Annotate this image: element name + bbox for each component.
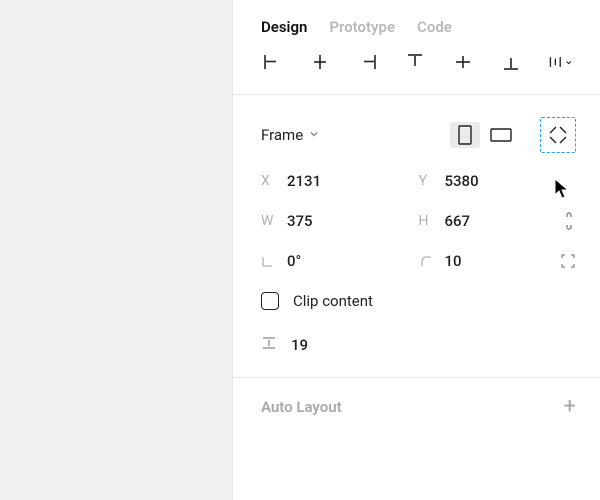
align-right-icon [359, 53, 377, 71]
rotation-field[interactable]: 0° [261, 252, 419, 270]
landscape-icon [490, 128, 512, 142]
w-key: W [261, 213, 287, 229]
clip-content-label: Clip content [293, 292, 373, 310]
y-value: 5380 [445, 172, 479, 190]
w-value: 375 [287, 212, 313, 230]
y-key: Y [419, 173, 445, 189]
constrain-proportions-button[interactable] [548, 211, 576, 231]
landscape-button[interactable] [486, 122, 516, 148]
spacing-icon [261, 335, 277, 355]
rotation-key [261, 254, 287, 268]
frame-label: Frame [261, 126, 303, 144]
h-value: 667 [445, 212, 471, 230]
alignment-toolbar [233, 50, 600, 95]
align-vcenter-button[interactable] [452, 50, 474, 74]
x-value: 2131 [287, 172, 321, 190]
chevron-down-icon [309, 129, 319, 142]
vertical-spacing-field[interactable]: 19 [261, 327, 576, 363]
portrait-icon [458, 125, 472, 145]
add-auto-layout-button[interactable]: + [564, 396, 576, 418]
align-hcenter-icon [311, 53, 329, 71]
tab-code[interactable]: Code [417, 18, 452, 36]
clip-content-checkbox[interactable] [261, 292, 279, 310]
spacing-value: 19 [291, 336, 308, 354]
align-hcenter-button[interactable] [309, 50, 331, 74]
width-field[interactable]: W 375 [261, 212, 419, 230]
inspector-panel: Design Prototype Code Frame [232, 0, 600, 500]
independent-corners-icon [560, 253, 576, 269]
orientation-group [450, 117, 576, 153]
frame-section: Frame [233, 95, 600, 378]
clip-content-row[interactable]: Clip content [261, 281, 576, 321]
tab-design[interactable]: Design [261, 18, 307, 36]
corner-radius-icon [419, 254, 433, 268]
auto-layout-header: Auto Layout + [233, 378, 600, 418]
canvas-area[interactable] [0, 0, 232, 500]
tab-prototype[interactable]: Prototype [329, 18, 395, 36]
align-bottom-button[interactable] [500, 50, 522, 74]
align-left-button[interactable] [261, 50, 283, 74]
rotation-value: 0° [287, 252, 301, 270]
align-top-button[interactable] [404, 50, 426, 74]
radius-key [419, 254, 445, 268]
panel-tabs: Design Prototype Code [233, 0, 600, 50]
align-top-icon [406, 53, 424, 71]
align-left-icon [263, 53, 281, 71]
h-key: H [419, 213, 445, 229]
distribute-icon [548, 53, 563, 71]
link-icon [562, 211, 576, 231]
portrait-button[interactable] [450, 122, 480, 148]
align-bottom-icon [502, 53, 520, 71]
align-right-button[interactable] [357, 50, 379, 74]
align-vcenter-icon [454, 53, 472, 71]
angle-icon [261, 254, 275, 268]
x-key: X [261, 173, 287, 189]
radius-field[interactable]: 10 [419, 252, 545, 270]
align-distribute-button[interactable] [548, 50, 572, 74]
resize-to-fit-button[interactable] [540, 117, 576, 153]
resize-to-fit-icon [548, 125, 568, 145]
auto-layout-title: Auto Layout [261, 398, 342, 416]
height-field[interactable]: H 667 [419, 212, 545, 230]
radius-value: 10 [445, 252, 462, 270]
independent-corners-button[interactable] [548, 253, 576, 269]
chevron-down-icon [565, 58, 572, 67]
x-field[interactable]: X 2131 [261, 172, 419, 190]
frame-type-dropdown[interactable]: Frame [261, 126, 319, 144]
y-field[interactable]: Y 5380 [419, 172, 577, 190]
